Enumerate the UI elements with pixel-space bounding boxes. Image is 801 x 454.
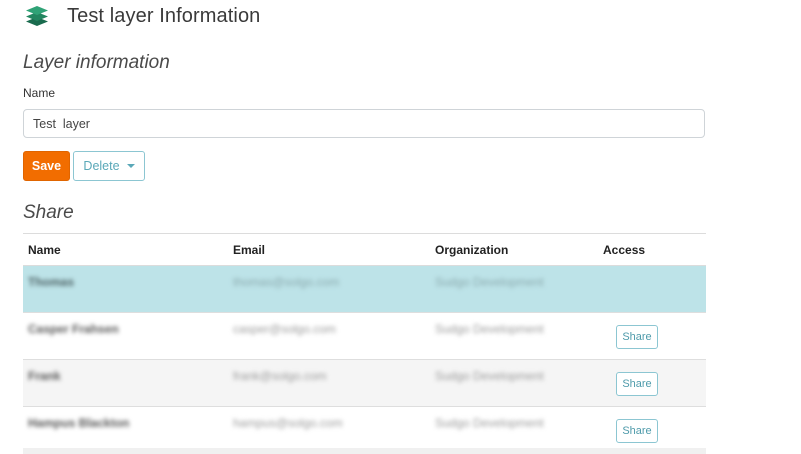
table-row[interactable]: Frank frank@solgo.com Sudgo Development … [23, 360, 706, 407]
share-button[interactable]: Share [616, 325, 658, 349]
user-name: Hampus Blackton [28, 416, 130, 430]
table-row[interactable]: Hampus Blackton hampus@solgo.com Sudgo D… [23, 407, 706, 454]
page-title: Test layer Information [67, 4, 261, 27]
caret-down-icon [126, 164, 135, 168]
page-header: Test layer Information [25, 2, 260, 30]
column-header-email: Email [233, 242, 266, 257]
share-button[interactable]: Share [616, 419, 658, 443]
save-button[interactable]: Save [23, 151, 70, 181]
delete-dropdown-button[interactable]: Delete [73, 151, 145, 181]
user-email: thomas@solgo.com [233, 275, 340, 289]
user-organization: Sudgo Development [435, 275, 544, 289]
user-name: Frank [28, 369, 61, 383]
layer-name-input[interactable] [23, 109, 705, 138]
access-cell [603, 266, 706, 275]
table-row[interactable]: Casper Frahsen casper@solgo.com Sudgo De… [23, 313, 706, 360]
share-button[interactable]: Share [616, 372, 658, 396]
share-table: Name Email Organization Access Thomas th… [23, 233, 706, 454]
share-heading: Share [23, 202, 74, 223]
user-organization: Sudgo Development [435, 369, 544, 383]
column-header-name: Name [28, 242, 61, 257]
user-name: Casper Frahsen [28, 322, 119, 336]
table-row[interactable]: Thomas thomas@solgo.com Sudgo Developmen… [23, 266, 706, 313]
table-header: Name Email Organization Access [23, 234, 706, 266]
delete-label: Delete [83, 159, 120, 173]
user-organization: Sudgo Development [435, 416, 544, 430]
layer-information-heading: Layer information [23, 52, 170, 73]
user-email: frank@solgo.com [233, 369, 327, 383]
column-header-access: Access [603, 242, 646, 257]
layers-icon [25, 5, 49, 27]
column-header-organization: Organization [435, 242, 509, 257]
name-label: Name [23, 86, 56, 100]
user-email: casper@solgo.com [233, 322, 336, 336]
user-email: hampus@solgo.com [233, 416, 343, 430]
user-name: Thomas [28, 275, 75, 289]
table-row-partial [23, 448, 706, 454]
user-organization: Sudgo Development [435, 322, 544, 336]
